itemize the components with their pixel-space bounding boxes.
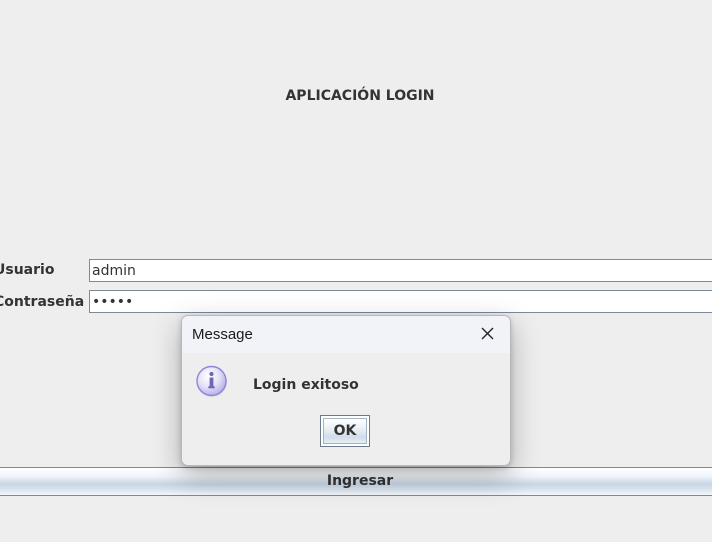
dialog-message: Login exitoso	[253, 377, 359, 393]
dialog-close-button[interactable]	[474, 321, 502, 347]
ingresar-button[interactable]: Ingresar	[0, 467, 712, 496]
app-title: APLICACIÓN LOGIN	[285, 88, 435, 104]
ok-button[interactable]: OK	[320, 415, 370, 447]
info-icon	[196, 365, 227, 397]
close-icon	[481, 327, 494, 340]
password-label: Contraseña	[0, 294, 85, 310]
password-input[interactable]	[89, 290, 712, 313]
username-input[interactable]	[89, 259, 712, 282]
dialog-title: Message	[192, 326, 253, 343]
dialog-titlebar[interactable]: Message	[182, 316, 510, 353]
ok-button-label: OK	[323, 418, 367, 444]
message-dialog: Message Login exitoso OK	[181, 315, 511, 466]
username-label: Usuario	[0, 262, 55, 278]
